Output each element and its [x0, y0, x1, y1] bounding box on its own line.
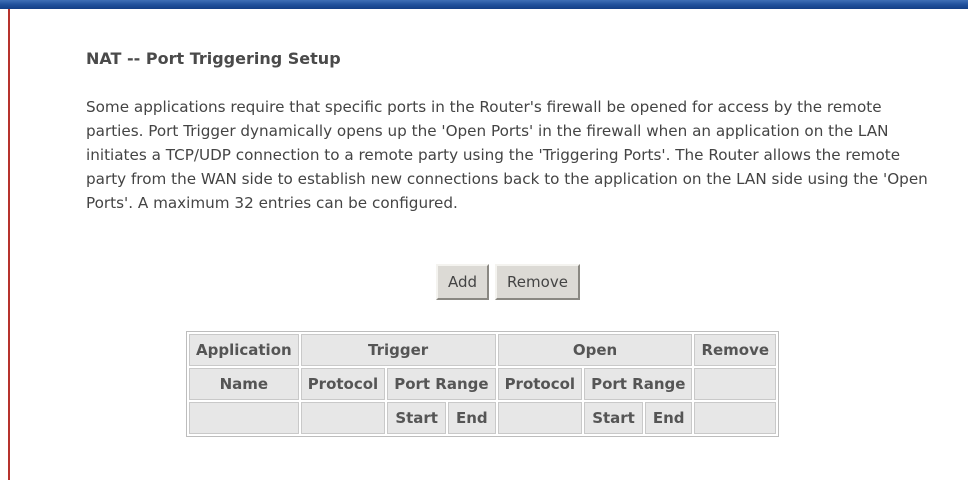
header-trigger: Trigger: [300, 334, 496, 366]
cell-empty-application: [189, 402, 299, 434]
header-open: Open: [497, 334, 693, 366]
header-remove-empty: [694, 368, 777, 400]
header-trigger-port-range: Port Range: [387, 368, 496, 400]
add-button[interactable]: Add: [436, 264, 490, 300]
left-border-line: [8, 9, 10, 480]
page-description: Some applications require that specific …: [86, 98, 928, 212]
header-trigger-protocol: Protocol: [300, 368, 386, 400]
header-name: Name: [189, 368, 299, 400]
header-open-port-range: Port Range: [584, 368, 693, 400]
cell-empty-open-protocol: [497, 402, 583, 434]
table-range-row: Start End Start End: [189, 402, 777, 434]
cell-empty-remove: [694, 402, 777, 434]
header-remove: Remove: [694, 334, 777, 366]
header-open-protocol: Protocol: [497, 368, 583, 400]
action-buttons: Add Remove: [436, 264, 580, 300]
header-trigger-start: Start: [387, 402, 447, 434]
port-trigger-table-wrapper: Application Trigger Open Remove Name Pro…: [186, 331, 780, 437]
remove-button[interactable]: Remove: [495, 264, 580, 300]
header-application: Application: [189, 334, 299, 366]
header-open-end: End: [644, 402, 693, 434]
header-trigger-end: End: [448, 402, 496, 434]
header-open-start: Start: [584, 402, 643, 434]
cell-empty-trigger-protocol: [300, 402, 386, 434]
table-subheader-row: Name Protocol Port Range Protocol Port R…: [189, 368, 777, 400]
port-trigger-table: Application Trigger Open Remove Name Pro…: [186, 331, 780, 437]
top-banner-bar: [0, 0, 968, 9]
table-header-row: Application Trigger Open Remove: [189, 334, 777, 366]
page-title: NAT -- Port Triggering Setup: [86, 49, 341, 68]
